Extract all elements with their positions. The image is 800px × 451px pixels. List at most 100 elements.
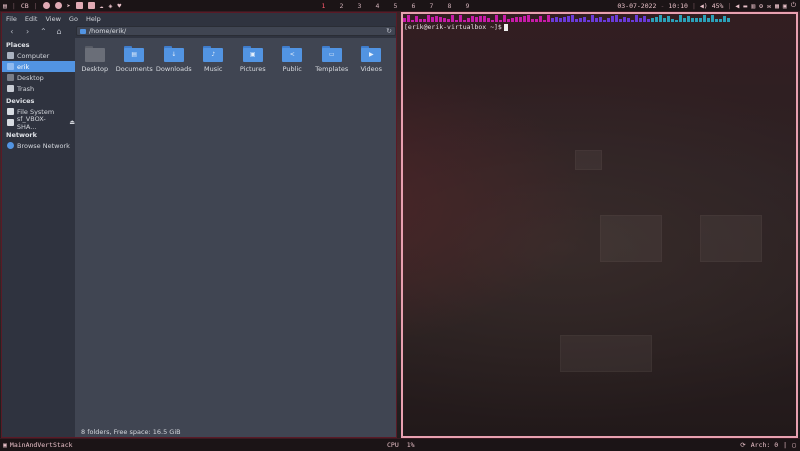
home-button[interactable]: ⌂ — [52, 25, 66, 37]
keyboard-icon[interactable]: ▬ — [743, 2, 747, 10]
visualizer-bar — [507, 19, 510, 22]
visualizer-bar — [659, 15, 662, 22]
terminal-window[interactable]: [erik@erik-virtualbox ~]$ — [401, 12, 798, 438]
visualizer-bar — [587, 20, 590, 22]
folder-icon — [79, 28, 86, 34]
public-folder-icon: < — [282, 46, 303, 62]
volume-icon[interactable]: ◀) — [700, 2, 708, 10]
folder-label: Desktop — [81, 65, 109, 73]
folder-item-documents[interactable]: ▤ Documents — [115, 46, 155, 73]
folder-item-videos[interactable]: ▶ Videos — [352, 46, 392, 73]
location-bar[interactable]: /home/erik/ ↻ — [75, 26, 396, 36]
menu-help[interactable]: Help — [86, 15, 101, 23]
audio-visualizer — [403, 14, 730, 22]
mail-tray-icon[interactable]: ✉ — [767, 2, 771, 10]
app-menu-icon[interactable]: ▤ — [3, 2, 7, 10]
drive-icon — [7, 108, 14, 115]
folder-item-templates[interactable]: ▭ Templates — [312, 46, 352, 73]
forward-button[interactable]: › — [21, 25, 35, 37]
workspace-1[interactable]: 1 — [320, 2, 327, 10]
devices-header: Devices — [6, 97, 35, 105]
speaker-icon[interactable]: ◀ — [735, 2, 739, 10]
visualizer-bar — [723, 16, 726, 22]
visualizer-bar — [639, 18, 642, 22]
mail-icon[interactable] — [54, 2, 62, 9]
updates-label: Arch: 0 — [750, 441, 779, 449]
folder-item-desktop[interactable]: Desktop — [75, 46, 115, 73]
cloud-icon[interactable]: ☁ — [100, 2, 104, 10]
terminal-icon[interactable] — [75, 2, 83, 9]
workspace-3[interactable]: 3 — [356, 2, 363, 10]
layout-name: MainAndVertStack — [9, 441, 73, 449]
folder-item-pictures[interactable]: ▣ Pictures — [233, 46, 273, 73]
notification-icon[interactable]: ▢ — [792, 441, 796, 449]
top-bar-right: 03-07-2022 - 10:10 | ◀) 45% | ◀ ▬ ▥ ⚙ ✉ … — [617, 1, 796, 10]
toolbar: ‹ › ⌃ ⌂ /home/erik/ ↻ — [2, 24, 396, 39]
sidebar-item-erik[interactable]: erik — [2, 61, 75, 72]
visualizer-bar — [643, 16, 646, 22]
folder-item-music[interactable]: ♪ Music — [194, 46, 234, 73]
places-header: Places — [6, 41, 30, 49]
sidebar-item-computer[interactable]: Computer — [2, 50, 75, 61]
bottom-status-bar: ▣ MainAndVertStack CPU 1% ⟳ Arch: 0 | ▢ — [0, 438, 800, 451]
cpu-label: CPU — [387, 441, 399, 449]
templates-folder-icon: ▭ — [321, 46, 342, 62]
workspace-6[interactable]: 6 — [410, 2, 417, 10]
calendar-icon[interactable] — [87, 2, 95, 9]
terminal-cursor — [503, 23, 508, 31]
visualizer-bar — [515, 17, 518, 22]
visualizer-bar — [551, 18, 554, 22]
visualizer-bar — [691, 18, 694, 22]
music-folder-icon: ♪ — [203, 46, 224, 62]
visualizer-bar — [703, 15, 706, 22]
lock-icon[interactable]: ▣ — [783, 2, 787, 10]
desktop-icon — [7, 74, 14, 81]
back-button[interactable]: ‹ — [5, 25, 19, 37]
heart-icon[interactable]: ♥ — [117, 2, 121, 10]
menu-edit[interactable]: Edit — [25, 15, 38, 23]
visualizer-bar — [459, 15, 462, 22]
power-icon[interactable]: ⏻ — [791, 1, 796, 10]
sidebar-item-browse-network[interactable]: Browse Network — [2, 140, 75, 151]
network-icon — [7, 142, 14, 149]
telegram-icon[interactable]: ➤ — [67, 2, 71, 10]
visualizer-bar — [487, 18, 490, 22]
sidebar-item-desktop[interactable]: Desktop — [2, 72, 75, 83]
workspace-2[interactable]: 2 — [338, 2, 345, 10]
workspace-7[interactable]: 7 — [428, 2, 435, 10]
menu-file[interactable]: File — [6, 15, 17, 23]
visualizer-bar — [547, 15, 550, 22]
workspace-9[interactable]: 9 — [464, 2, 471, 10]
visualizer-bar — [623, 17, 626, 22]
layout-indicator[interactable]: ▣ MainAndVertStack — [3, 441, 73, 449]
workspace-5[interactable]: 5 — [392, 2, 399, 10]
workspace-switcher: 1 2 3 4 5 6 7 8 9 — [320, 1, 471, 10]
visualizer-bar — [523, 16, 526, 22]
folder-item-public[interactable]: < Public — [273, 46, 313, 73]
fire-icon[interactable] — [42, 2, 50, 9]
workspace-8[interactable]: 8 — [446, 2, 453, 10]
folder-item-downloads[interactable]: ↓ Downloads — [154, 46, 194, 73]
visualizer-bar — [419, 19, 422, 22]
visualizer-bar — [455, 20, 458, 22]
workspace-4[interactable]: 4 — [374, 2, 381, 10]
sidebar-item-trash[interactable]: Trash — [2, 83, 75, 94]
up-button[interactable]: ⌃ — [36, 25, 50, 37]
menu-view[interactable]: View — [45, 15, 60, 23]
sidebar-item-vbox-share[interactable]: sf_VBOX-SHA... ⏏ — [2, 115, 75, 131]
visualizer-bar — [719, 19, 722, 22]
reload-icon[interactable]: ↻ — [386, 27, 392, 35]
arch-update-icon[interactable]: ⟳ — [740, 441, 745, 449]
settings-icon[interactable]: ⚙ — [759, 2, 763, 10]
vim-icon[interactable]: ◈ — [108, 2, 112, 10]
network-tray-icon[interactable]: ▥ — [751, 2, 755, 10]
calendar-tray-icon[interactable]: ▦ — [775, 2, 779, 10]
menu-go[interactable]: Go — [69, 15, 78, 23]
visualizer-bar — [531, 19, 534, 22]
visualizer-bar — [443, 18, 446, 22]
visualizer-bar — [463, 20, 466, 22]
visualizer-bar — [483, 16, 486, 22]
folder-label: Documents — [115, 65, 153, 73]
sidebar-item-label: Browse Network — [17, 141, 70, 150]
home-folder-icon — [7, 63, 14, 70]
